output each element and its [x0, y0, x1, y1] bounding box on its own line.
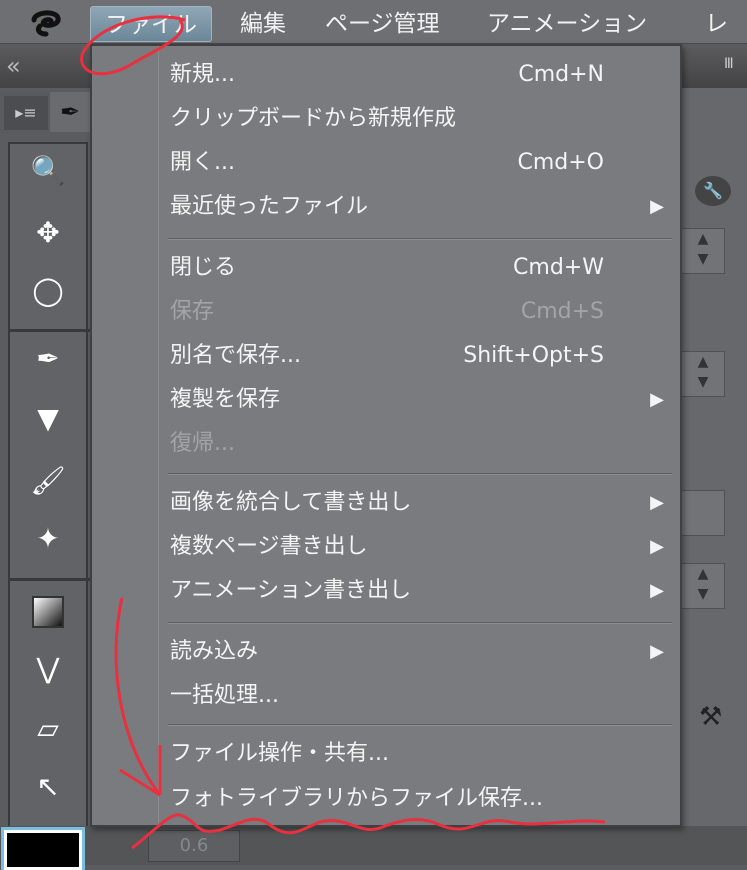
opacity-field[interactable]: 0.6 — [148, 830, 240, 862]
menu-animation[interactable]: アニメーション — [473, 6, 661, 42]
menu-item[interactable]: 新規... Cmd+N — [170, 55, 680, 95]
menu-separator — [168, 473, 672, 475]
zoom-tool-icon[interactable]: 🔍 — [28, 154, 68, 194]
menu-item[interactable]: フォトライブラリからファイル保存... — [170, 779, 680, 819]
menu-item-label: 一括処理... — [170, 683, 279, 708]
menu-item[interactable]: 複数ページ書き出し ▶ — [170, 527, 680, 567]
menu-item[interactable]: 画像を統合して書き出し ▶ — [170, 483, 680, 523]
menu-item-label: アニメーション書き出し — [170, 578, 412, 603]
spinner-3[interactable]: ▲ ▼ — [681, 563, 725, 609]
collapse-left-icon[interactable]: « — [6, 52, 21, 80]
lasso-tool-icon[interactable]: ◯ — [28, 274, 68, 314]
menu-item-label: 別名で保存... — [170, 343, 301, 368]
menu-separator — [168, 238, 672, 240]
tool-palette: 🔍 ✥ ◯ ✒ ▼ 🖌 ✦ ⋁ ▱ ↖ — [8, 142, 90, 832]
tool-tab-bar: ▸≡ ✒ — [0, 90, 90, 134]
menu-layer[interactable]: レイ — [691, 6, 747, 73]
tool-settings-icon[interactable]: ⚒ — [699, 702, 722, 732]
panel-menu-icon[interactable]: Ⅲ — [724, 56, 734, 72]
wrench-icon[interactable]: 🔧 — [695, 176, 731, 206]
figure-tool-icon[interactable]: ⋁ — [28, 652, 68, 692]
menu-item[interactable]: 一括処理... — [170, 676, 680, 716]
submenu-arrow-icon: ▶ — [650, 492, 664, 513]
menu-item-shortcut: Cmd+N — [518, 62, 604, 87]
file-menu-dropdown: 新規... Cmd+N クリップボードから新規作成 開く... Cmd+O 最近使ったファ… — [90, 44, 682, 827]
correction-tool-icon[interactable]: ↖ — [28, 770, 68, 810]
menu-item[interactable]: ファイル操作・共有... — [170, 734, 680, 774]
frame-tool-icon[interactable]: ▱ — [28, 712, 68, 752]
menu-item-label: クリップボードから新規作成 — [170, 106, 457, 131]
menu-item-shortcut: Cmd+W — [513, 255, 604, 280]
brush-tool-icon[interactable]: 🖌 — [28, 464, 68, 504]
submenu-arrow-icon: ▶ — [650, 536, 664, 557]
menu-bar: ファイル 編集 ページ管理 アニメーション レイ — [0, 0, 747, 73]
menu-item[interactable]: 読み込み ▶ — [170, 632, 680, 672]
menu-item[interactable]: 複製を保存 ▶ — [170, 380, 680, 420]
app-logo-icon — [31, 10, 61, 37]
menu-item[interactable]: 最近使ったファイル ▶ — [170, 187, 680, 227]
menu-item[interactable]: クリップボードから新規作成 — [170, 99, 680, 139]
tool-tab-menu[interactable]: ▸≡ — [4, 96, 48, 130]
pen-tab-icon[interactable]: ✒ — [50, 92, 90, 132]
move-tool-icon[interactable]: ✥ — [28, 216, 68, 256]
menu-item-label: 複製を保存 — [170, 387, 281, 412]
submenu-arrow-icon: ▶ — [650, 389, 664, 410]
setting-field[interactable] — [681, 490, 725, 536]
menu-item-label: 復帰... — [170, 431, 235, 456]
menu-item[interactable]: 開く... Cmd+O — [170, 143, 680, 183]
decoration-tool-icon[interactable]: ✦ — [28, 522, 68, 562]
menu-item-label: 保存 — [170, 299, 215, 324]
bottom-panel: 0.6 — [0, 826, 747, 870]
submenu-arrow-icon: ▶ — [650, 641, 664, 662]
menu-item-label: 閉じる — [170, 255, 237, 280]
color-swatch-main[interactable] — [1, 827, 85, 870]
menu-item-label: 最近使ったファイル — [170, 194, 369, 219]
submenu-arrow-icon: ▶ — [650, 580, 664, 601]
menu-item-shortcut: Cmd+S — [520, 299, 604, 324]
menu-item-label: 読み込み — [170, 639, 259, 664]
menu-item: 復帰... — [170, 424, 680, 464]
menu-item-label: フォトライブラリからファイル保存... — [170, 786, 543, 811]
menu-item: 保存 Cmd+S — [170, 292, 680, 332]
menu-item[interactable]: 別名で保存... Shift+Opt+S — [170, 336, 680, 376]
gradient-tool-icon[interactable] — [28, 592, 68, 632]
menu-item-shortcut: Shift+Opt+S — [463, 343, 604, 368]
menu-item[interactable]: 閉じる Cmd+W — [170, 248, 680, 288]
spinner-1[interactable]: ▲ ▼ — [681, 228, 725, 274]
menu-item-label: ファイル操作・共有... — [170, 741, 389, 766]
menu-item-label: 画像を統合して書き出し — [170, 490, 412, 515]
tool-property-panel: 🔧 ⚒ — [681, 88, 747, 865]
menu-page-management[interactable]: ページ管理 — [311, 6, 454, 42]
menu-edit[interactable]: 編集 — [226, 6, 300, 42]
marker-tool-icon[interactable]: ▼ — [28, 402, 68, 442]
menu-item-label: 複数ページ書き出し — [170, 534, 368, 559]
menu-file[interactable]: ファイル — [90, 6, 212, 42]
menu-separator — [168, 622, 672, 624]
menu-item-label: 開く... — [170, 150, 235, 175]
menu-item[interactable]: アニメーション書き出し ▶ — [170, 571, 680, 611]
spinner-2[interactable]: ▲ ▼ — [681, 351, 725, 397]
menu-item-shortcut: Cmd+O — [517, 150, 604, 175]
submenu-arrow-icon: ▶ — [650, 196, 664, 217]
menu-separator — [168, 724, 672, 726]
menu-item-label: 新規... — [170, 62, 235, 87]
pen-tool-icon[interactable]: ✒ — [28, 342, 68, 382]
